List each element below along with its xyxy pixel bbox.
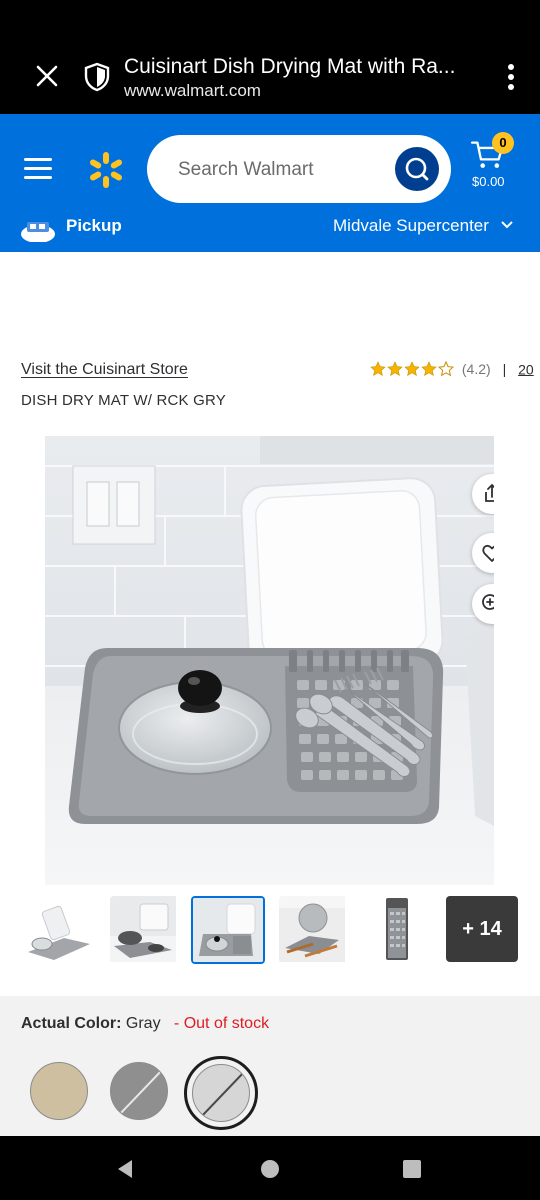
share-button[interactable] <box>472 474 494 514</box>
thumbnail-strip: + 14 <box>0 896 540 964</box>
home-icon[interactable] <box>260 1159 280 1179</box>
more-images-button[interactable]: + 14 <box>446 896 518 962</box>
heart-icon <box>482 544 494 562</box>
color-selector: Actual Color: Gray - Out of stock <box>0 996 540 1136</box>
thumbnail-2[interactable] <box>110 896 178 964</box>
cart-count-badge: 0 <box>492 132 514 154</box>
system-nav-bar <box>0 1136 540 1200</box>
color-label: Actual Color: <box>21 1015 122 1032</box>
rating-separator: | <box>502 361 507 378</box>
search-input[interactable]: Search Walmart <box>147 135 451 203</box>
browser-toolbar: Cuisinart Dish Drying Mat with Ra... www… <box>0 0 540 114</box>
store-label: Midvale Supercenter <box>333 216 489 235</box>
product-main-image[interactable] <box>45 436 494 885</box>
swatch-gray-selected[interactable] <box>184 1056 258 1130</box>
menu-icon[interactable] <box>24 158 52 180</box>
zoom-in-icon <box>482 594 494 610</box>
product-photo <box>45 436 494 885</box>
walmart-spark-logo[interactable] <box>86 150 126 190</box>
pickup-bar[interactable]: Pickup Midvale Supercenter <box>0 214 540 252</box>
unavailable-slash-icon <box>200 1070 246 1118</box>
actual-color-label: Actual Color: Gray - Out of stock <box>21 1015 269 1033</box>
more-vert-icon[interactable] <box>504 64 518 92</box>
chevron-down-icon <box>501 221 513 229</box>
share-icon <box>485 483 494 502</box>
search-placeholder: Search Walmart <box>178 159 314 180</box>
rating-stars-icon <box>370 361 454 377</box>
color-value: Gray <box>125 1015 161 1032</box>
thumbnail-5[interactable] <box>364 896 432 964</box>
unavailable-slash-icon <box>118 1068 164 1116</box>
favorite-button[interactable] <box>472 533 494 573</box>
site-header: Search Walmart 0 $0.00 Pickup Midvale Su… <box>0 114 540 252</box>
product-rating[interactable]: (4.2) | 20 <box>370 360 534 380</box>
stock-status: Out of stock <box>183 1015 270 1032</box>
thumbnail-1[interactable] <box>24 896 92 964</box>
close-icon[interactable] <box>34 63 60 89</box>
rating-value: (4.2) <box>461 361 491 378</box>
back-icon[interactable] <box>114 1158 136 1180</box>
page-url: www.walmart.com <box>124 81 261 100</box>
visit-store-link[interactable]: Visit the Cuisinart Store <box>21 361 188 379</box>
review-count-link[interactable]: 20 <box>518 361 534 377</box>
recents-icon[interactable] <box>402 1159 422 1179</box>
product-name: DISH DRY MAT W/ RCK GRY <box>21 392 226 409</box>
search-icon <box>405 157 429 181</box>
zoom-button[interactable] <box>472 584 494 624</box>
swatch-beige[interactable] <box>30 1062 88 1120</box>
search-button[interactable] <box>395 147 439 191</box>
swatch-gray <box>192 1064 250 1122</box>
pickup-label: Pickup <box>66 216 122 235</box>
cart-total: $0.00 <box>472 174 505 189</box>
pickup-truck-icon <box>21 222 55 242</box>
thumbnail-3[interactable] <box>191 896 265 964</box>
page-title: Cuisinart Dish Drying Mat with Ra... <box>124 55 456 78</box>
shield-icon[interactable] <box>82 62 112 92</box>
status-dash: - <box>173 1015 180 1032</box>
thumbnail-4[interactable] <box>279 896 347 964</box>
swatch-dark-gray[interactable] <box>110 1062 168 1120</box>
cart-button[interactable]: 0 $0.00 <box>466 132 526 194</box>
